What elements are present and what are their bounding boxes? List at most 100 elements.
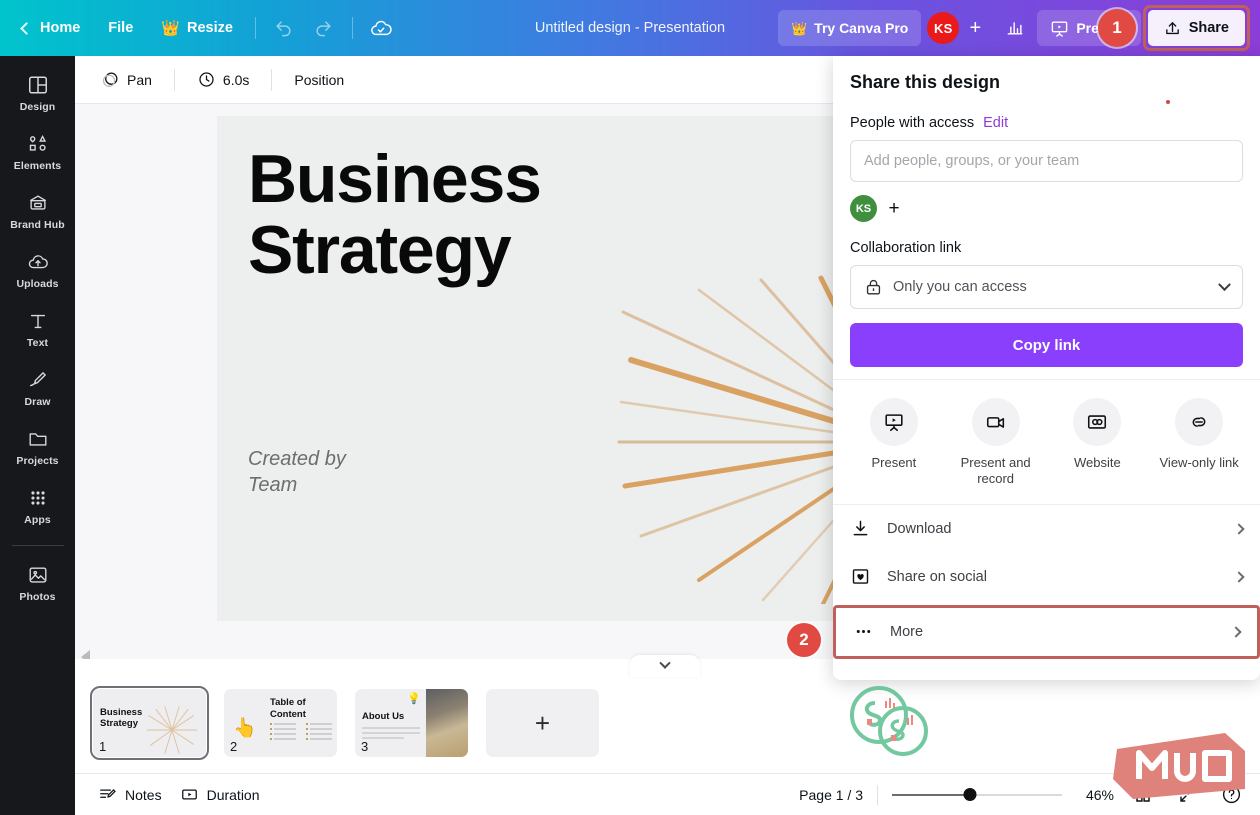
- copy-link-button[interactable]: Copy link: [850, 323, 1243, 367]
- thumb-2-list: [270, 723, 332, 740]
- bar-chart-icon: [1007, 22, 1023, 35]
- page-thumbnail-3[interactable]: 💡 About Us 3: [355, 689, 468, 757]
- thumb-1-line-2: Strategy: [100, 718, 139, 730]
- quick-action-view-only[interactable]: View-only link: [1154, 398, 1244, 488]
- sidebar-item-elements[interactable]: Elements: [4, 125, 71, 178]
- sidebar-item-projects[interactable]: Projects: [4, 420, 71, 473]
- slide-page-1[interactable]: Business Strategy Created by Team: [217, 116, 995, 621]
- slide-subtext[interactable]: Created by Team: [248, 446, 346, 498]
- sidebar-item-draw[interactable]: Draw: [4, 361, 71, 414]
- more-row-highlight: More: [833, 604, 1260, 659]
- resize-button[interactable]: 👑 Resize: [149, 10, 245, 46]
- try-canva-pro-button[interactable]: 👑 Try Canva Pro: [777, 10, 922, 46]
- thumb-2-col-left: [270, 723, 296, 740]
- zoom-slider-knob[interactable]: [963, 788, 977, 801]
- add-person-button[interactable]: +: [881, 196, 907, 222]
- help-button[interactable]: [1216, 780, 1246, 810]
- thumb-1-sunburst-icon: [146, 706, 198, 754]
- share-panel: Share this design People with access Edi…: [833, 56, 1260, 680]
- edit-access-link[interactable]: Edit: [983, 115, 1008, 131]
- share-social-row[interactable]: Share on social: [833, 553, 1260, 601]
- cloud-saved-button[interactable]: [363, 10, 399, 46]
- add-people-input[interactable]: [850, 140, 1243, 182]
- quick-action-present-record-label: Present and record: [960, 455, 1031, 487]
- share-upload-icon: [1165, 21, 1179, 34]
- position-button[interactable]: Position: [284, 64, 354, 96]
- sidebar-label-design: Design: [19, 101, 56, 113]
- chevron-right-icon-social: [1233, 570, 1245, 583]
- sidebar-item-uploads[interactable]: Uploads: [4, 243, 71, 296]
- redo-icon: [316, 20, 331, 36]
- pan-tool-button[interactable]: Pan: [91, 64, 162, 96]
- thumb-3-number: 3: [361, 739, 369, 754]
- sidebar-item-photos[interactable]: Photos: [4, 556, 71, 609]
- thumb-3-doodle-icon: 💡: [407, 693, 421, 705]
- sidebar-label-draw: Draw: [24, 396, 51, 408]
- grid-view-icon: [1136, 787, 1150, 802]
- status-right-group: Page 1 / 3 46%: [799, 780, 1246, 810]
- slide-subtext-line-2: Team: [248, 474, 298, 496]
- uploads-icon: [28, 255, 48, 269]
- clock-icon: [199, 72, 214, 87]
- pointing-hand-icon: 👆: [233, 718, 257, 739]
- add-page-button[interactable]: +: [486, 689, 599, 757]
- quick-action-website[interactable]: Website: [1052, 398, 1142, 488]
- quick-action-present-record[interactable]: Present and record: [951, 398, 1041, 488]
- person-avatar[interactable]: KS: [850, 195, 877, 222]
- collapse-pages-tab[interactable]: [630, 655, 700, 677]
- thumb-2-number: 2: [230, 739, 238, 754]
- crown-icon: 👑: [161, 19, 180, 37]
- quick-action-present[interactable]: Present: [849, 398, 939, 488]
- redo-button[interactable]: [306, 10, 342, 46]
- home-label: Home: [40, 20, 81, 36]
- sidebar-item-brand-hub[interactable]: Brand Hub: [4, 184, 71, 237]
- fullscreen-icon: [1180, 787, 1194, 802]
- thumb-2-col-right: [306, 723, 332, 740]
- cloud-check-icon: [371, 20, 392, 36]
- duration-button[interactable]: 6.0s: [187, 64, 259, 96]
- try-pro-label: Try Canva Pro: [814, 20, 909, 36]
- share-panel-body: Share this design People with access Edi…: [833, 56, 1260, 379]
- header-divider-1: [254, 17, 256, 39]
- canvas-scroll-left-arrow[interactable]: [81, 650, 90, 659]
- sidebar-item-apps[interactable]: Apps: [4, 479, 71, 532]
- more-label: More: [890, 623, 924, 640]
- sidebar-item-design[interactable]: Design: [4, 66, 71, 119]
- view-only-link-icon: [1192, 417, 1206, 427]
- zoom-slider[interactable]: [892, 787, 1062, 803]
- access-level-select[interactable]: Only you can access: [850, 265, 1243, 309]
- share-social-icon: [852, 569, 869, 584]
- file-menu-button[interactable]: File: [96, 10, 145, 46]
- fullscreen-button[interactable]: [1172, 780, 1202, 810]
- share-button-highlight: Share: [1142, 5, 1250, 51]
- timeline-duration-button[interactable]: Duration: [171, 780, 269, 810]
- add-collaborator-button[interactable]: +: [961, 14, 989, 42]
- sidebar-label-projects: Projects: [16, 455, 59, 467]
- slide-heading[interactable]: Business Strategy: [248, 143, 542, 287]
- sidebar-label-brand-hub: Brand Hub: [10, 219, 65, 231]
- page-thumbnail-1[interactable]: Business Strategy 1: [90, 686, 209, 760]
- undo-button[interactable]: [266, 10, 302, 46]
- people-avatars: KS +: [850, 195, 1243, 222]
- canva-editor-window: Home File 👑 Resize Untitled design - Pre…: [0, 0, 1260, 815]
- page-thumbnail-2[interactable]: 👆 Table of Content 2: [224, 689, 337, 757]
- page-thumbnail-strip: Business Strategy 1 👆 Table of Content 2…: [75, 673, 1260, 773]
- people-access-label: People with access: [850, 115, 975, 131]
- rail-divider: [11, 545, 64, 546]
- download-row[interactable]: Download: [833, 505, 1260, 553]
- thumb-3-title: About Us: [362, 711, 405, 722]
- bottom-status-bar: Notes Duration Page 1 / 3 46%: [75, 773, 1260, 815]
- share-button[interactable]: Share: [1147, 10, 1245, 46]
- sidebar-item-text[interactable]: Text: [4, 302, 71, 355]
- home-button[interactable]: Home: [10, 10, 92, 46]
- lock-icon: [866, 279, 881, 295]
- insights-button[interactable]: [997, 10, 1033, 46]
- collaboration-link-label: Collaboration link: [850, 240, 962, 256]
- grid-view-button[interactable]: [1128, 780, 1158, 810]
- notes-button[interactable]: Notes: [89, 780, 171, 810]
- crown-icon-pro: 👑: [790, 20, 808, 36]
- avatar[interactable]: KS: [927, 12, 960, 44]
- present-icon: [885, 414, 903, 432]
- more-row[interactable]: More: [836, 608, 1257, 656]
- website-icon: [1088, 415, 1107, 429]
